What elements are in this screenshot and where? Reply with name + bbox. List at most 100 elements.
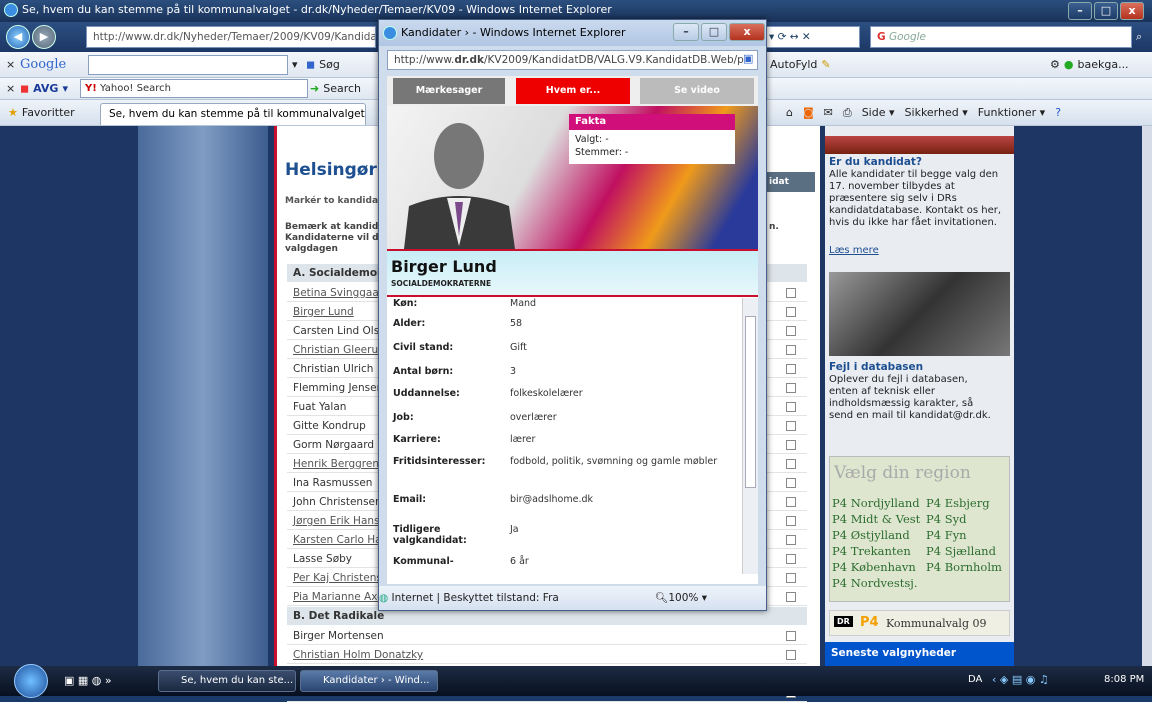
select-checkbox[interactable] <box>786 345 796 355</box>
p4-banner[interactable]: DR P4 Kommunalvalg 09 <box>829 610 1010 636</box>
quick-launch[interactable]: ▣ ▦ ◍ » <box>64 674 112 687</box>
candidate-name-link[interactable]: Karsten Carlo Ha <box>287 534 382 546</box>
popup-close-button[interactable]: x <box>729 23 765 41</box>
tab-se-video[interactable]: Se video <box>640 78 754 104</box>
select-checkbox[interactable] <box>786 440 796 450</box>
tab-maerkesager[interactable]: Mærkesager <box>393 78 505 104</box>
avg-icon: ◼ <box>20 82 30 95</box>
close-button[interactable]: x <box>1120 2 1144 20</box>
rss-icon[interactable]: ◙ <box>803 106 814 119</box>
candidate-name-link[interactable]: Henrik Berggren <box>287 458 379 470</box>
scroll-thumb[interactable] <box>745 316 756 488</box>
select-checkbox[interactable] <box>786 516 796 526</box>
zoom-control[interactable]: 🔍︎100% ▾ <box>655 586 707 610</box>
select-checkbox[interactable] <box>786 592 796 602</box>
region-link[interactable]: P4 Esbjerg <box>926 495 1010 511</box>
select-checkbox[interactable] <box>786 402 796 412</box>
tab-hvem-er[interactable]: Hvem er... <box>516 78 630 104</box>
search-input[interactable]: G Google <box>870 26 1132 48</box>
address-tools[interactable]: ▾ ⟳ ↔ ✕ <box>766 26 860 48</box>
page-icon[interactable]: ▣ <box>743 52 753 65</box>
forward-button[interactable]: ▶ <box>32 25 56 49</box>
facts-scrollbar[interactable] <box>742 298 758 574</box>
select-checkbox[interactable] <box>786 307 796 317</box>
print-icon[interactable]: ⎙ <box>843 106 852 120</box>
candidate-name-link[interactable]: Christian Gleerup <box>287 344 385 356</box>
profile-banner: Fakta Valgt: - Stemmer: - <box>387 106 758 249</box>
popup-maximize-button[interactable]: □ <box>701 23 727 41</box>
home-icon[interactable]: ⌂ <box>786 106 793 119</box>
popup-minimize-button[interactable]: – <box>673 23 699 41</box>
select-checkbox[interactable] <box>786 326 796 336</box>
select-checkbox[interactable] <box>786 364 796 374</box>
fact-label: Antal børn: <box>393 366 454 377</box>
back-button[interactable]: ◀ <box>6 25 30 49</box>
region-link[interactable]: P4 Trekanten <box>832 543 926 559</box>
avg-logo[interactable]: ◼ AVG ▾ <box>20 78 68 99</box>
yahoo-search-button[interactable]: ➜ Search <box>310 78 361 99</box>
candidate-name-link: Gitte Kondrup <box>293 420 366 432</box>
browser-tab[interactable]: Se, hvem du kan stemme på til kommunalva… <box>100 103 366 125</box>
select-checkbox[interactable] <box>786 573 796 583</box>
wrench-icon: ⚙ <box>1050 58 1060 71</box>
select-checkbox[interactable] <box>786 288 796 298</box>
select-checkbox[interactable] <box>786 459 796 469</box>
favorites-button[interactable]: ★ Favoritter <box>8 100 75 125</box>
search-button-icon[interactable]: ⌕ <box>1136 30 1142 44</box>
select-checkbox[interactable] <box>786 631 796 641</box>
star-icon: ★ <box>8 106 18 119</box>
region-link[interactable]: P4 Nordvestsj. <box>832 575 926 591</box>
avg-close-icon[interactable]: × <box>6 78 15 99</box>
tray-icons[interactable]: ‹ ◈ ▤ ◉ ♫ <box>992 673 1049 686</box>
sog-button[interactable]: ◼ Søg <box>306 52 340 77</box>
minimize-button[interactable]: – <box>1068 2 1092 20</box>
name-banner: Birger Lund SOCIALDEMOKRATERNE <box>387 249 758 297</box>
toolbar-close-icon[interactable]: × <box>6 52 15 77</box>
popup-url-bar[interactable]: http://www.dr.dk/KV2009/KandidatDB/VALG.… <box>387 50 758 70</box>
select-checkbox[interactable] <box>786 554 796 564</box>
taskbar-item-main[interactable]: Se, hvem du kan ste... <box>158 670 296 692</box>
region-link[interactable]: P4 Midt & Vest <box>832 511 926 527</box>
candidate-name-link[interactable]: Christian Holm Donatzky <box>287 649 423 661</box>
autofyld-button[interactable]: AutoFyld ✎ <box>770 52 831 77</box>
candidate-name-link[interactable]: Per Kaj Christens <box>287 572 382 584</box>
region-link[interactable]: P4 Syd <box>926 511 1010 527</box>
region-link[interactable]: P4 Nordjylland <box>832 495 926 511</box>
taskbar-item-popup[interactable]: Kandidater › - Wind... <box>300 670 438 692</box>
candidate-name-link[interactable]: Betina Svinggaar <box>287 287 383 299</box>
region-link[interactable]: P4 Fyn <box>926 527 1010 543</box>
side-menu[interactable]: Side ▾ <box>862 106 895 119</box>
select-checkbox[interactable] <box>786 535 796 545</box>
select-checkbox[interactable] <box>786 383 796 393</box>
region-link[interactable]: P4 København <box>832 559 926 575</box>
candidate-name-link[interactable]: Birger Lund <box>287 306 354 318</box>
laes-mere-link[interactable]: Læs mere <box>829 245 879 256</box>
help-icon[interactable]: ? <box>1055 106 1061 119</box>
language-indicator[interactable]: DA <box>968 674 982 685</box>
page-scrollbar[interactable] <box>1142 126 1152 666</box>
start-button[interactable] <box>14 664 48 698</box>
select-checkbox[interactable] <box>786 650 796 660</box>
taskbar: ▣ ▦ ◍ » Se, hvem du kan ste... Kandidate… <box>0 664 1152 698</box>
region-links: P4 Nordjylland P4 Esbjerg P4 Midt & Vest P4… <box>832 495 1010 591</box>
candidate-name-link[interactable]: Pia Marianne Axe <box>287 591 384 603</box>
select-checkbox[interactable] <box>786 421 796 431</box>
select-checkbox[interactable] <box>786 497 796 507</box>
mail-icon[interactable]: ✉ <box>824 106 833 119</box>
account-button[interactable]: ⚙ ● baekga... <box>1050 52 1129 77</box>
address-bar[interactable]: http://www.dr.dk/Nyheder/Temaer/2009/KV0… <box>86 26 376 48</box>
dropdown-arrow-icon[interactable]: ▾ <box>292 52 298 77</box>
region-link[interactable]: P4 Bornholm <box>926 559 1010 575</box>
sikkerhed-menu[interactable]: Sikkerhed ▾ <box>905 106 968 119</box>
maximize-button[interactable]: □ <box>1094 2 1118 20</box>
region-link[interactable]: P4 Sjælland <box>926 543 1010 559</box>
select-checkbox[interactable] <box>786 478 796 488</box>
left-decor-column <box>138 126 268 666</box>
funktioner-menu[interactable]: Funktioner ▾ <box>978 106 1045 119</box>
region-link[interactable]: P4 Østjylland <box>832 527 926 543</box>
yahoo-search-field[interactable]: Y! Yahoo! Search <box>80 79 308 98</box>
google-search-field[interactable] <box>88 55 288 75</box>
fact-value: 6 år <box>510 556 529 567</box>
candidate-name-link[interactable]: Jørgen Erik Hans <box>287 515 380 527</box>
avatar <box>404 123 515 249</box>
